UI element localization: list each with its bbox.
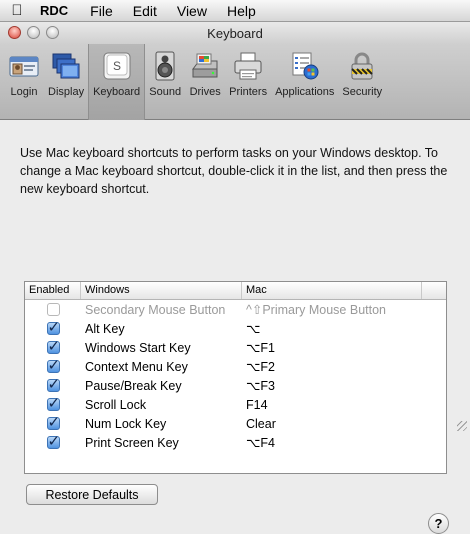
speaker-icon	[149, 50, 181, 82]
toolbar-printers-label: Printers	[229, 86, 268, 98]
enabled-checkbox[interactable]	[46, 356, 60, 374]
keyboard-instructions: Use Mac keyboard shortcuts to perform ta…	[20, 146, 448, 196]
column-header-filler	[422, 282, 446, 299]
keyboard-key-glyph: S	[113, 59, 121, 73]
title-bar[interactable]: Keyboard	[0, 22, 470, 44]
zoom-window-button[interactable]	[46, 26, 59, 39]
mac-shortcut-cell[interactable]: ⌥F2	[242, 359, 422, 374]
enabled-cell	[25, 318, 81, 336]
resize-grip[interactable]	[457, 421, 467, 431]
enabled-checkbox[interactable]	[46, 318, 60, 336]
table-header: Enabled Windows Mac	[25, 282, 446, 300]
enabled-cell	[25, 413, 81, 431]
enabled-cell	[25, 356, 81, 374]
padlock-icon	[346, 50, 378, 82]
toolbar-drives-label: Drives	[189, 86, 221, 98]
table-row[interactable]: Num Lock Key Clear	[25, 413, 446, 433]
table-row[interactable]: Alt Key ⌥	[25, 318, 446, 338]
windows-key-cell: Print Screen Key	[85, 435, 179, 450]
enabled-checkbox[interactable]	[46, 432, 60, 450]
window-controls	[8, 26, 59, 39]
applications-icon	[289, 50, 321, 82]
drive-icon	[189, 50, 221, 82]
enabled-cell	[25, 432, 81, 450]
windows-key-cell: Windows Start Key	[85, 340, 191, 355]
keyboard-pane: Use Mac keyboard shortcuts to perform ta…	[0, 120, 470, 534]
enabled-cell	[25, 375, 81, 393]
enabled-checkbox[interactable]	[46, 394, 60, 412]
preferences-window: Keyboard Login Display S Keyboard Sound	[0, 22, 470, 534]
menu-bar:  RDC File Edit View Help	[0, 0, 470, 22]
windows-key-cell: Context Menu Key	[85, 359, 188, 374]
table-row[interactable]: Pause/Break Key ⌥F3	[25, 375, 446, 395]
enabled-checkbox[interactable]	[46, 375, 60, 393]
keyboard-key-icon: S	[101, 50, 133, 82]
enabled-cell	[25, 303, 81, 316]
menu-view[interactable]: View	[167, 3, 217, 19]
enabled-checkbox[interactable]	[46, 413, 60, 431]
toolbar-login[interactable]: Login	[4, 44, 44, 120]
printer-icon	[232, 50, 264, 82]
enabled-checkbox[interactable]	[46, 337, 60, 355]
table-body: Secondary Mouse Button ^⇧Primary Mouse Bu…	[25, 300, 446, 452]
mac-shortcut-cell[interactable]: ^⇧Primary Mouse Button	[242, 302, 422, 317]
windows-key-cell: Scroll Lock	[85, 397, 147, 412]
close-window-button[interactable]	[8, 26, 21, 39]
windows-key-cell: Secondary Mouse Button	[85, 302, 226, 317]
windows-key-cell: Num Lock Key	[85, 416, 167, 431]
toolbar-applications-label: Applications	[275, 86, 335, 98]
mac-shortcut-cell[interactable]: F14	[242, 398, 422, 412]
table-row[interactable]: Print Screen Key ⌥F4	[25, 432, 446, 452]
mac-shortcut-cell[interactable]: ⌥F1	[242, 340, 422, 355]
menu-file[interactable]: File	[80, 3, 123, 19]
toolbar-printers[interactable]: Printers	[225, 44, 271, 120]
login-card-icon	[8, 50, 40, 82]
toolbar-sound-label: Sound	[149, 86, 182, 98]
toolbar-drives[interactable]: Drives	[185, 44, 225, 120]
column-header-mac[interactable]: Mac	[242, 282, 422, 299]
toolbar-keyboard[interactable]: S Keyboard	[88, 44, 146, 120]
mac-shortcut-cell[interactable]: Clear	[242, 417, 422, 431]
minimize-window-button[interactable]	[27, 26, 40, 39]
preferences-toolbar: Login Display S Keyboard Sound Drives Pr…	[0, 44, 470, 120]
mac-shortcut-cell[interactable]: ⌥F4	[242, 435, 422, 450]
enabled-cell	[25, 337, 81, 355]
toolbar-login-label: Login	[10, 86, 38, 98]
window-title: Keyboard	[207, 25, 263, 41]
shortcuts-table[interactable]: Enabled Windows Mac Secondary Mouse Butt…	[24, 281, 447, 474]
toolbar-applications[interactable]: Applications	[271, 44, 338, 120]
mac-shortcut-cell[interactable]: ⌥F3	[242, 378, 422, 393]
restore-defaults-button[interactable]: Restore Defaults	[26, 484, 158, 505]
apple-menu-icon[interactable]: 	[0, 2, 34, 19]
help-button[interactable]: ?	[428, 513, 449, 534]
enabled-checkbox	[46, 303, 60, 316]
column-header-windows[interactable]: Windows	[81, 282, 242, 299]
menu-help[interactable]: Help	[217, 3, 266, 19]
toolbar-display-label: Display	[48, 86, 85, 98]
toolbar-security-label: Security	[342, 86, 383, 98]
display-monitors-icon	[50, 50, 82, 82]
toolbar-sound[interactable]: Sound	[145, 44, 185, 120]
toolbar-keyboard-label: Keyboard	[93, 86, 141, 98]
table-row[interactable]: Secondary Mouse Button ^⇧Primary Mouse Bu…	[25, 300, 446, 319]
app-menu[interactable]: RDC	[34, 3, 80, 18]
enabled-cell	[25, 394, 81, 412]
toolbar-security[interactable]: Security	[338, 44, 386, 120]
column-header-enabled[interactable]: Enabled	[25, 282, 81, 299]
mac-shortcut-cell[interactable]: ⌥	[242, 321, 422, 336]
toolbar-display[interactable]: Display	[44, 44, 88, 120]
windows-key-cell: Pause/Break Key	[85, 378, 182, 393]
table-row[interactable]: Windows Start Key ⌥F1	[25, 337, 446, 357]
table-row[interactable]: Scroll Lock F14	[25, 394, 446, 414]
menu-edit[interactable]: Edit	[123, 3, 167, 19]
table-row[interactable]: Context Menu Key ⌥F2	[25, 356, 446, 376]
windows-key-cell: Alt Key	[85, 321, 125, 336]
